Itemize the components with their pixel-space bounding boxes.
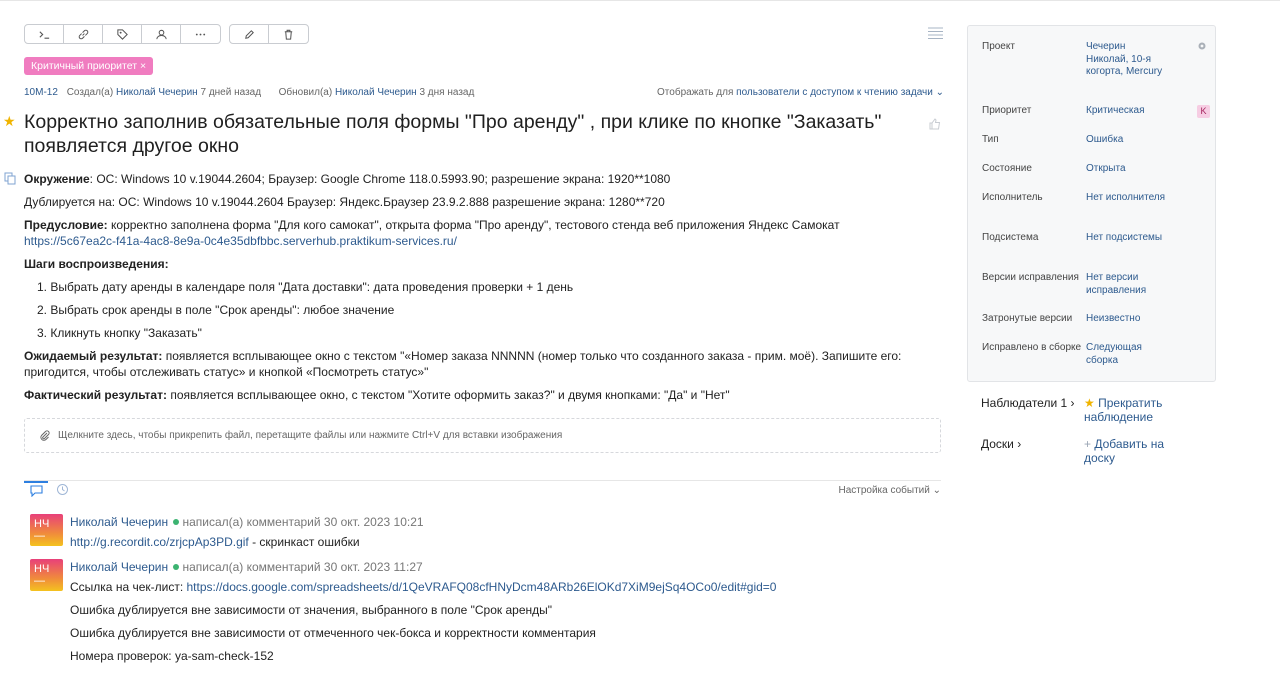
comment-header: Николай Чечерин написал(а) комментарий 3… — [70, 514, 930, 530]
comment-action: написал(а) комментарий 30 окт. 2023 11:2… — [182, 560, 423, 574]
project-value[interactable]: Чечерин Николай, 10-я когорта, Mercury — [1086, 41, 1166, 79]
assignee-value[interactable]: Нет исполнителя — [1086, 192, 1166, 205]
priority-tag[interactable]: Критичный приоритет × — [24, 57, 154, 75]
add-to-board-button[interactable]: + Добавить на доску — [1084, 437, 1194, 465]
updated-ago: 3 дня назад — [419, 87, 475, 98]
visibility-setting: Отображать для пользователи с доступом к… — [657, 87, 944, 98]
fixed-in-build-value[interactable]: Следующая сборка — [1086, 342, 1166, 367]
comment-body: Николай Чечерин написал(а) комментарий 3… — [70, 514, 930, 557]
updater-link[interactable]: Николай Чечерин — [335, 87, 417, 98]
comment-header: Николай Чечерин написал(а) комментарий 3… — [70, 559, 930, 575]
steps-list: 1. Выбрать дату аренды в календаре поля … — [37, 279, 934, 341]
step-item: 1. Выбрать дату аренды в календаре поля … — [37, 280, 574, 294]
tab-history[interactable] — [56, 483, 69, 499]
affected-versions-value[interactable]: Неизвестно — [1086, 313, 1166, 326]
comment-author[interactable]: Николай Чечерин — [70, 560, 168, 574]
issue-key[interactable]: 10M-12 — [24, 87, 58, 98]
comment-icon — [29, 485, 43, 497]
comment-text: Номера проверок: ya-sam-check-152 — [70, 649, 274, 663]
actions-button-group — [24, 24, 221, 44]
visibility-link[interactable]: пользователи с доступом к чтению задачи — [736, 87, 933, 98]
link-button[interactable] — [64, 25, 103, 43]
boards-link[interactable]: Доски › — [981, 437, 1021, 451]
expected-result: Ожидаемый результат: появляется всплываю… — [24, 349, 902, 379]
subsystem-value[interactable]: Нет подсистемы — [1086, 232, 1166, 245]
created-prefix: Создал(а) — [66, 87, 114, 98]
attach-dropzone[interactable]: Щелкните здесь, чтобы прикрепить файл, п… — [24, 418, 941, 453]
attach-hint: Щелкните здесь, чтобы прикрепить файл, п… — [58, 430, 563, 441]
author-link[interactable]: Николай Чечерин — [116, 87, 198, 98]
visibility-prefix: Отображать для — [657, 87, 734, 98]
state-value[interactable]: Открыта — [1086, 163, 1166, 176]
step-item: 3. Кликнуть кнопку "Заказать" — [37, 326, 202, 340]
comment-author[interactable]: Николай Чечерин — [70, 515, 168, 529]
events-settings-link[interactable]: Настройка событий ⌄ — [838, 485, 941, 496]
online-indicator — [173, 519, 180, 525]
stop-watching-button[interactable]: ★ Прекратить наблюдение — [1084, 396, 1194, 424]
environment-line: Окружение: ОС: Windows 10 v.19044.2604; … — [24, 172, 671, 186]
issue-toolbar — [24, 24, 309, 44]
online-indicator — [173, 564, 180, 570]
comment-text: http://g.recordit.co/zrjcpAp3PD.gif - ск… — [70, 535, 360, 549]
terminal-icon — [38, 30, 49, 39]
more-button[interactable] — [181, 25, 220, 43]
issue-title: Корректно заполнив обязательные поля фор… — [24, 111, 882, 157]
tab-comments[interactable] — [24, 481, 48, 499]
edit-icon — [244, 29, 254, 39]
type-value[interactable]: Ошибка — [1086, 134, 1166, 147]
watchers-link[interactable]: Наблюдатели 1 › — [981, 396, 1075, 410]
tag-icon — [116, 28, 128, 40]
gear-icon[interactable] — [1197, 41, 1207, 51]
edit-button[interactable] — [230, 25, 269, 43]
more-icon — [195, 33, 206, 35]
avatar[interactable]: НЧ — — [30, 559, 63, 591]
screencast-link[interactable]: http://g.recordit.co/zrjcpAp3PD.gif — [70, 535, 249, 549]
actual-result: Фактический результат: появляется всплыв… — [24, 388, 730, 402]
steps-heading: Шаги воспроизведения: — [24, 257, 169, 271]
issue-fields-panel: Проект Чечерин Николай, 10-я когорта, Me… — [967, 25, 1216, 382]
thumbs-up-icon[interactable] — [928, 117, 942, 131]
trash-icon — [284, 29, 293, 40]
precondition: Предусловие: корректно заполнена форма "… — [24, 218, 840, 248]
priority-value[interactable]: Критическая — [1086, 105, 1166, 118]
star-icon[interactable]: ★ — [3, 113, 16, 130]
priority-badge: K — [1197, 105, 1210, 118]
stand-link[interactable]: https://5c67ea2c-f41a-4ac8-8e9a-0c4e35db… — [24, 234, 457, 248]
chevron-down-icon[interactable]: ⌄ — [936, 87, 944, 98]
history-icon — [57, 484, 68, 495]
issue-meta: 10M-12 Создал(а) Николай Чечерин 7 дней … — [24, 87, 474, 98]
step-item: 2. Выбрать срок аренды в поле "Срок арен… — [37, 303, 395, 317]
duplicate-env-line: Дублируется на: ОС: Windows 10 v.19044.2… — [24, 195, 665, 209]
tag-button[interactable] — [103, 25, 142, 43]
activity-tabs: Настройка событий ⌄ — [24, 480, 941, 500]
paperclip-icon — [40, 429, 50, 441]
delete-button[interactable] — [269, 25, 308, 43]
command-button[interactable] — [25, 25, 64, 43]
plus-icon: + — [1084, 437, 1092, 451]
avatar[interactable]: НЧ — — [30, 514, 63, 546]
comment-body: Николай Чечерин написал(а) комментарий 3… — [70, 559, 930, 671]
comment-text: Ошибка дублируется вне зависимости от от… — [70, 626, 596, 640]
assign-button[interactable] — [142, 25, 181, 43]
checklist-link[interactable]: https://docs.google.com/spreadsheets/d/1… — [187, 580, 777, 594]
user-icon — [155, 29, 167, 39]
updated-prefix: Обновил(а) — [278, 87, 333, 98]
edit-button-group — [229, 24, 309, 44]
star-icon: ★ — [1084, 396, 1095, 410]
issue-description: Окружение: ОС: Windows 10 v.19044.2604; … — [24, 171, 934, 410]
copy-icon[interactable] — [4, 172, 17, 185]
top-divider — [0, 0, 1280, 3]
fix-versions-value[interactable]: Нет версии исправления — [1086, 272, 1166, 297]
comment-action: написал(а) комментарий 30 окт. 2023 10:2… — [182, 515, 424, 529]
link-icon — [78, 29, 88, 39]
comment-text: Ссылка на чек-лист: https://docs.google.… — [70, 580, 777, 594]
list-view-icon[interactable] — [928, 27, 943, 39]
comment-text: Ошибка дублируется вне зависимости от зн… — [70, 603, 553, 617]
created-ago: 7 дней назад — [200, 87, 262, 98]
